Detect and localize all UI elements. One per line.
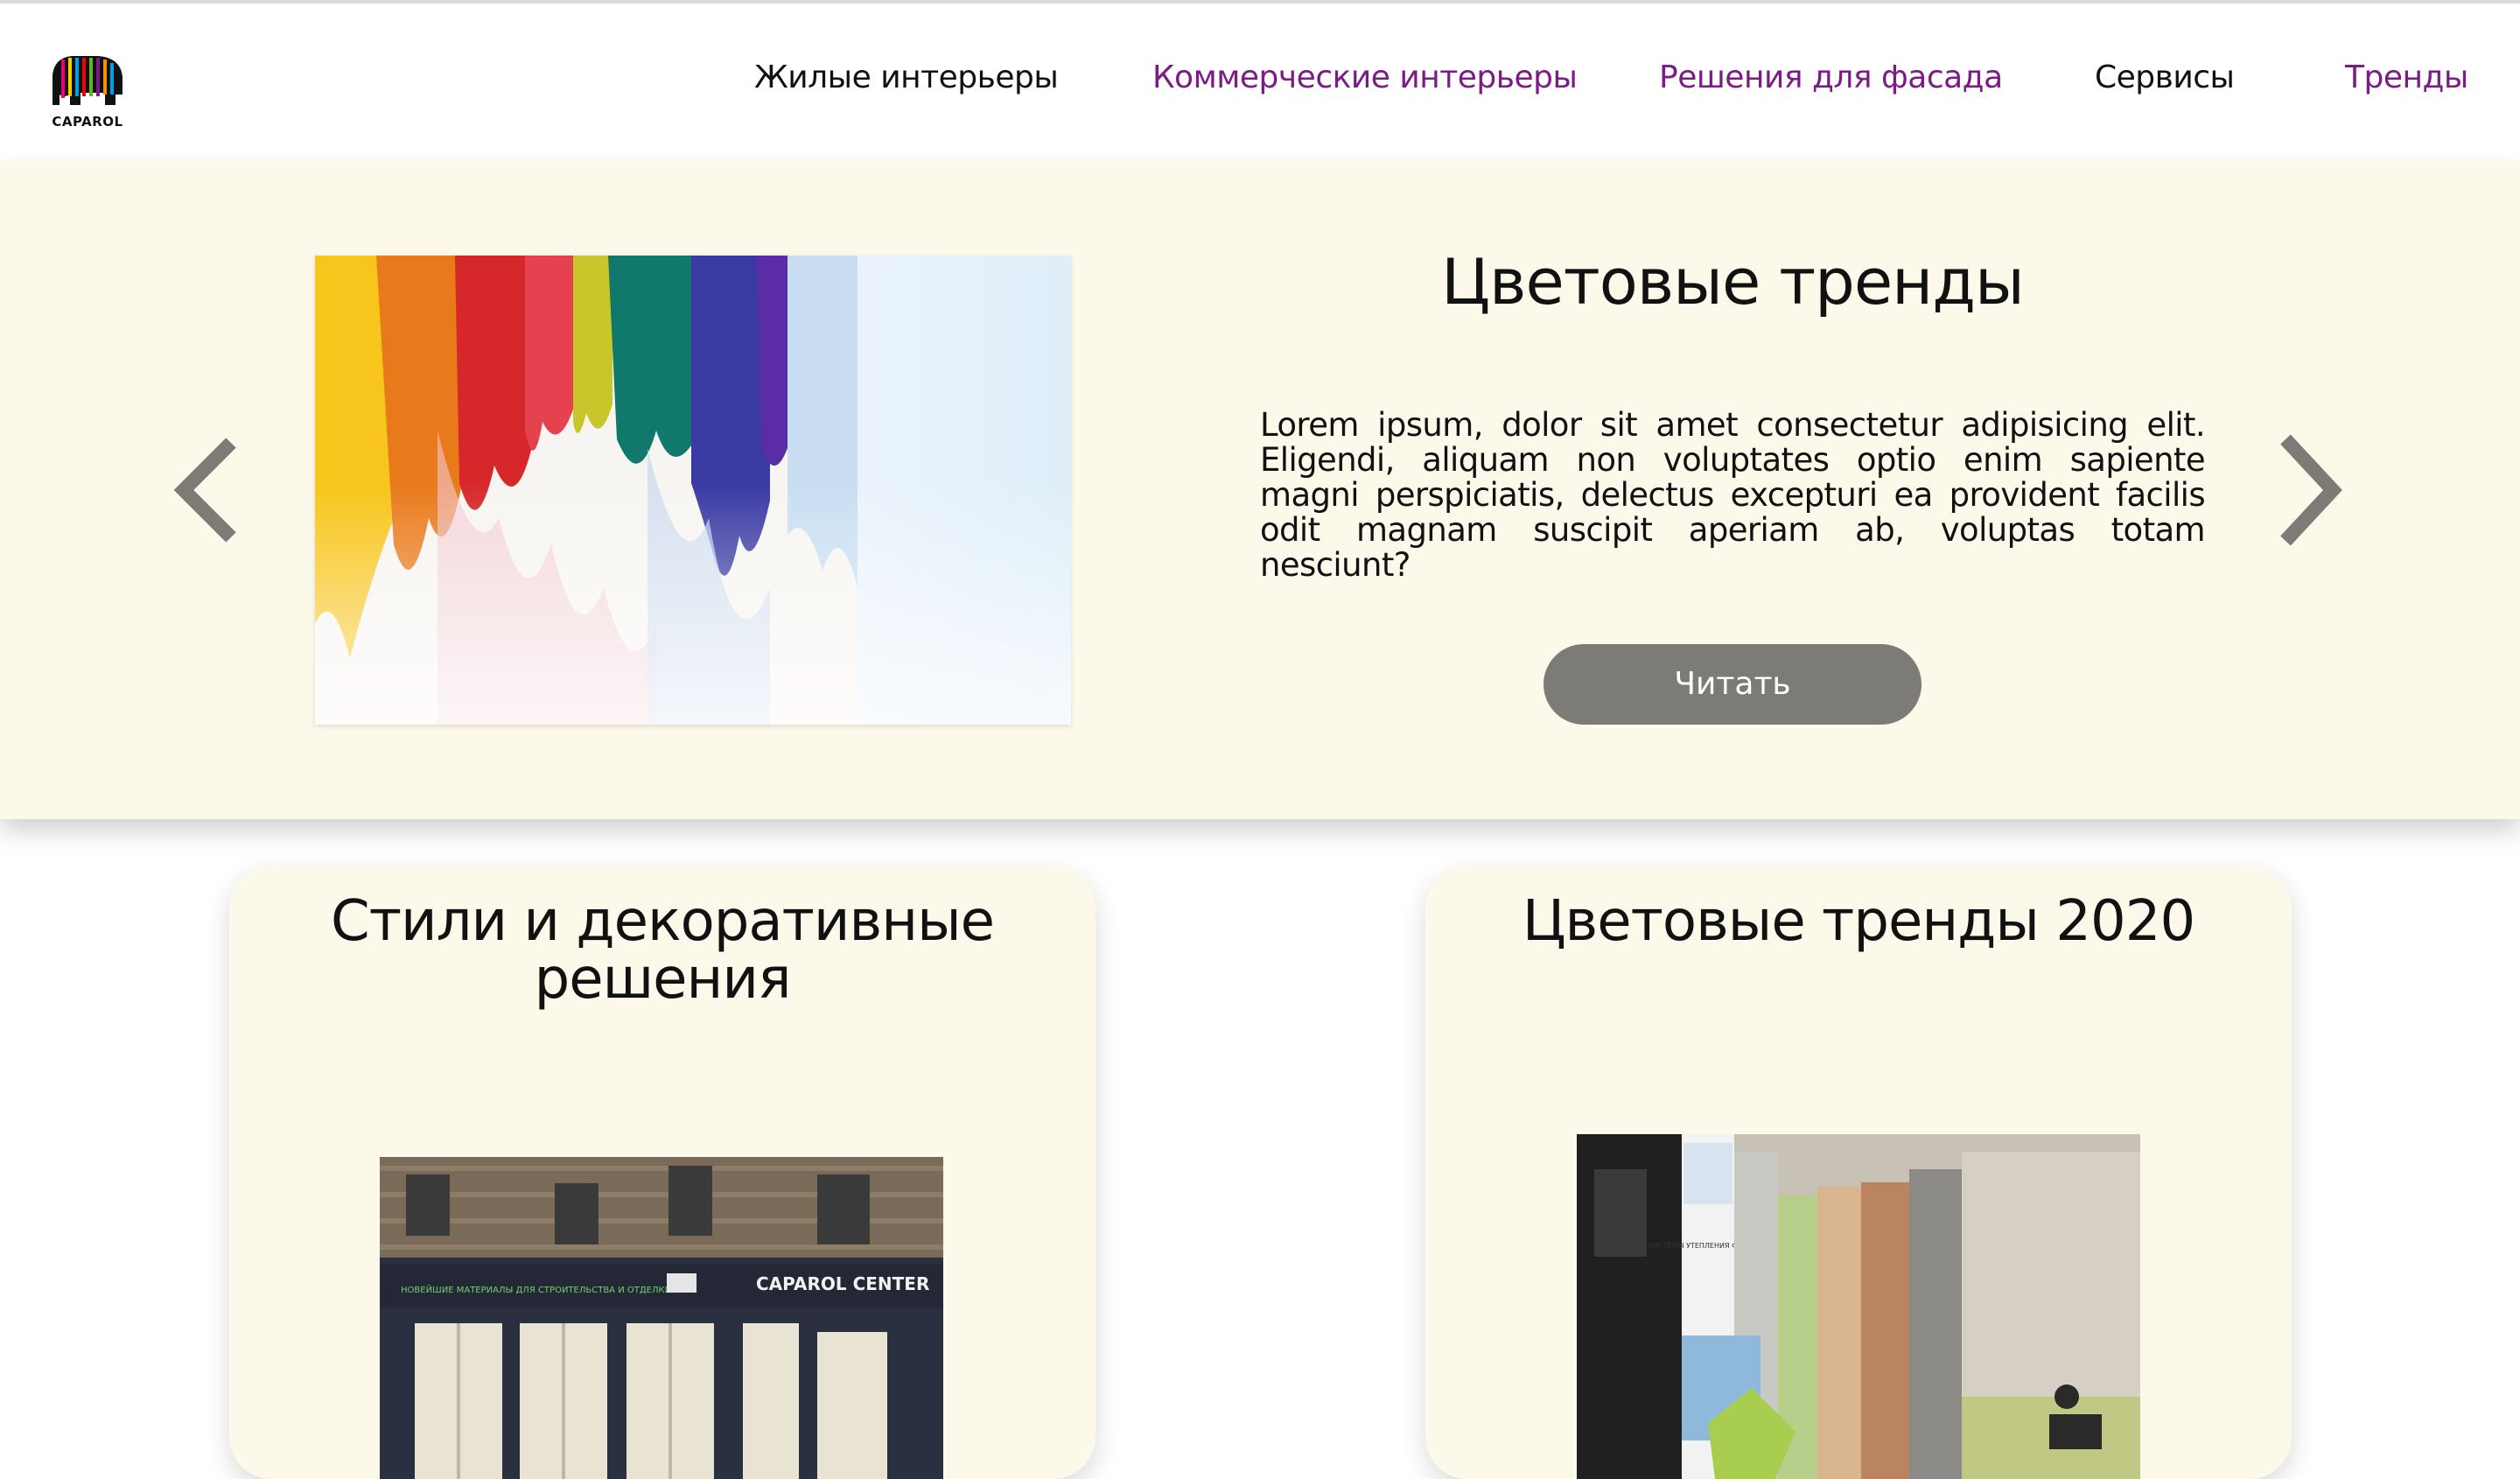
nav-commercial-interiors[interactable]: Коммерческие интерьеры (1152, 60, 1578, 95)
chevron-left-icon[interactable] (172, 436, 242, 544)
card-title: Цветовые тренды 2020 (1522, 889, 2195, 954)
card-styles-decor[interactable]: Стили и декоративные решения НОВЕЙШИЕ МА… (229, 866, 1096, 1479)
read-button[interactable]: Читать (1544, 644, 1922, 725)
hero-slider: Цветовые тренды Lorem ipsum, dolor sit a… (0, 161, 2520, 819)
nav-services[interactable]: Сервисы (2095, 60, 2235, 95)
paint-strokes-image (315, 256, 1071, 725)
nav-trends[interactable]: Тренды (2345, 60, 2468, 95)
card-color-trends-2020[interactable]: Цветовые тренды 2020 СИСТЕМЫ УТЕПЛЕНИЯ Ф… (1425, 866, 2292, 1479)
site-header: CAPAROL Жилые интерьеры Коммерческие инт… (0, 4, 2520, 161)
store-facade-image: НОВЕЙШИЕ МАТЕРИАЛЫ ДЛЯ СТРОИТЕЛЬСТВА И О… (380, 1157, 943, 1479)
chevron-right-icon[interactable] (2275, 432, 2345, 548)
store-banner: НОВЕЙШИЕ МАТЕРИАЛЫ ДЛЯ СТРОИТЕЛЬСТВА И О… (401, 1284, 671, 1295)
showroom-image: СИСТЕМЫ УТЕПЛЕНИЯ ФАСАДОВ (1577, 1134, 2140, 1479)
card-title: Стили и декоративные решения (331, 889, 995, 1012)
hero-title: Цветовые тренды (1441, 245, 2025, 319)
store-sign: CAPAROL CENTER (756, 1273, 929, 1294)
nav-facade-solutions[interactable]: Решения для фасада (1659, 60, 2003, 95)
nav-residential-interiors[interactable]: Жилые интерьеры (754, 60, 1059, 95)
main-navigation: Жилые интерьеры Коммерческие интерьеры Р… (0, 60, 2520, 112)
logo-wordmark: CAPAROL (52, 114, 123, 130)
hero-description: Lorem ipsum, dolor sit amet consectetur … (1260, 406, 2206, 584)
